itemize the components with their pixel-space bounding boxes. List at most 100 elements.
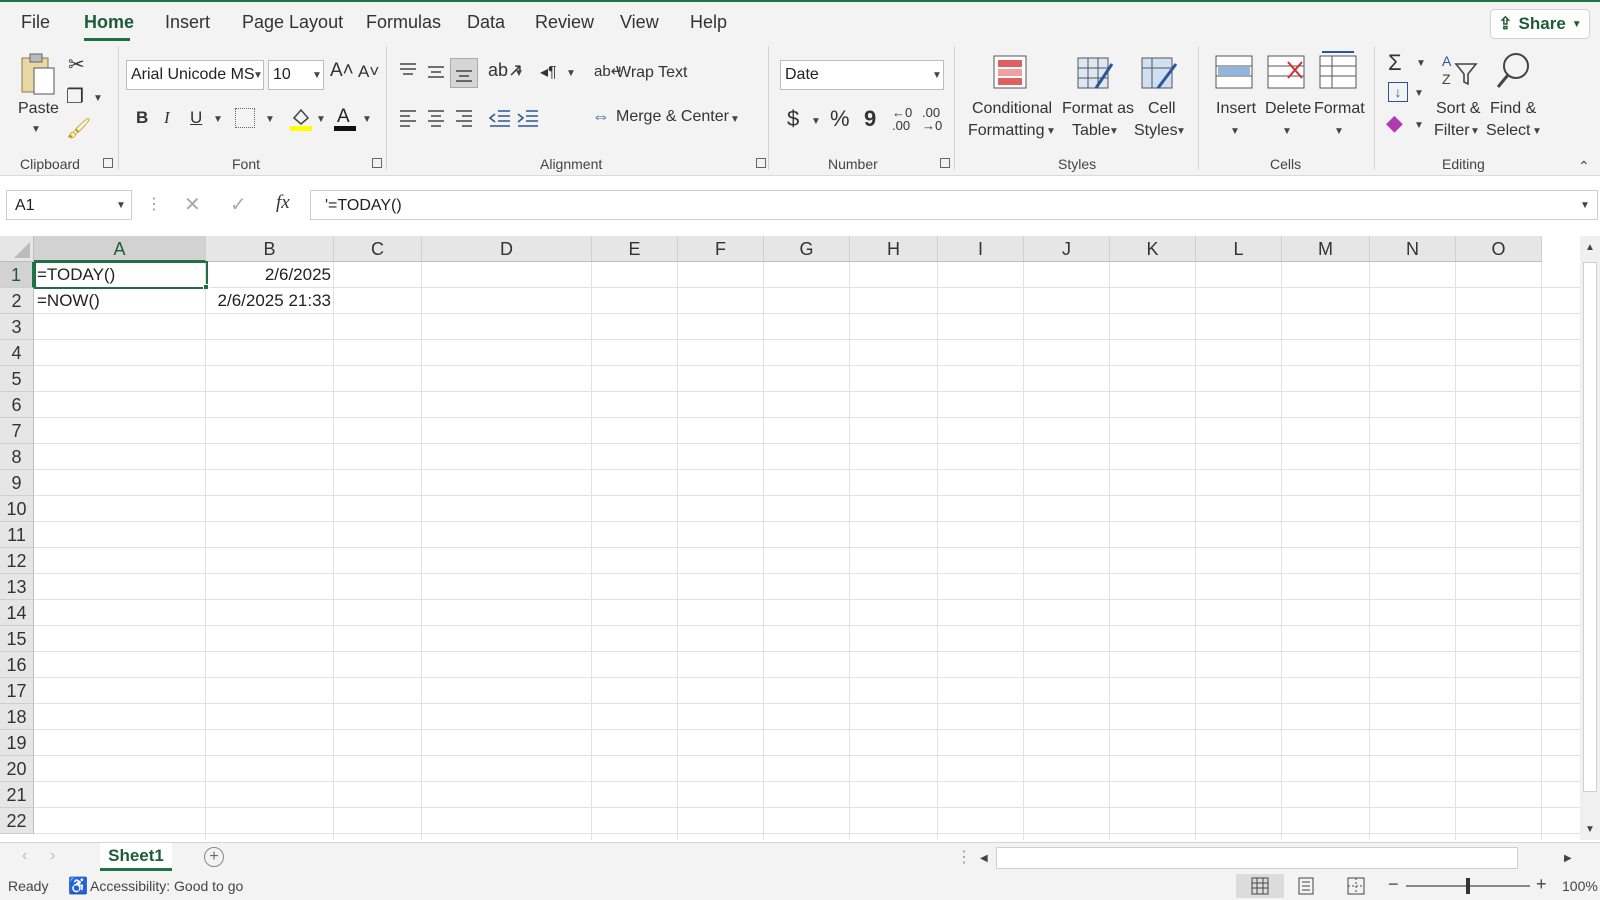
tab-insert[interactable]: Insert [165,12,210,33]
bottom-align-button[interactable] [450,58,478,88]
row-header-12[interactable]: 12 [0,548,34,574]
row-header-3[interactable]: 3 [0,314,34,340]
cell-styles-label-2[interactable]: Styles [1134,122,1178,140]
row-header-16[interactable]: 16 [0,652,34,678]
zoom-slider-thumb[interactable] [1466,878,1470,894]
column-header-I[interactable]: I [938,236,1024,262]
row-header-19[interactable]: 19 [0,730,34,756]
chevron-down-icon[interactable]: ▼ [213,114,223,125]
row-header-14[interactable]: 14 [0,600,34,626]
format-cells-label[interactable]: Format [1314,100,1365,118]
dialog-launcher-icon[interactable] [103,158,113,168]
collapse-ribbon-icon[interactable]: ⌃ [1578,158,1590,175]
format-as-table-label-2[interactable]: Table [1072,122,1110,140]
copy-icon[interactable]: ❐ [66,84,84,109]
worksheet-grid[interactable]: ABCDEFGHIJKLMNO 1 2 3 4 5 6 7 8 9 10 11 12 13 14 15 16 1… [0,236,1580,840]
row-header-17[interactable]: 17 [0,678,34,704]
page-layout-view-button[interactable] [1296,876,1316,899]
scroll-down-icon[interactable]: ▼ [1585,824,1595,835]
decrease-indent-icon[interactable] [488,108,510,133]
next-sheet-icon[interactable]: › [50,847,55,865]
column-header-D[interactable]: D [422,236,592,262]
column-header-N[interactable]: N [1370,236,1456,262]
vertical-scrollbar[interactable]: ▲ ▼ [1580,236,1600,840]
borders-icon[interactable] [235,108,255,128]
increase-decimal-icon[interactable]: ←0.00 [892,106,912,132]
insert-cells-label[interactable]: Insert [1216,100,1256,118]
chevron-down-icon[interactable]: ▼ [316,114,326,125]
fill-down-icon[interactable]: ↓ [1388,82,1408,102]
chevron-down-icon[interactable]: ▼ [1109,126,1119,137]
top-align-icon[interactable] [398,60,418,85]
row-header-13[interactable]: 13 [0,574,34,600]
font-color-button[interactable]: A [334,104,356,137]
align-right-icon[interactable] [454,108,474,133]
chevron-down-icon[interactable]: ▼ [566,68,576,79]
row-header-4[interactable]: 4 [0,340,34,366]
sort-filter-label[interactable]: Sort & [1436,100,1480,118]
decrease-decimal-icon[interactable]: .00 →0 [922,106,942,132]
zoom-level[interactable]: 100% [1562,878,1598,894]
paste-button[interactable] [18,52,56,101]
format-cells-icon[interactable] [1318,50,1358,95]
scroll-right-icon[interactable]: ▶ [1564,853,1572,864]
column-header-B[interactable]: B [206,236,334,262]
column-header-G[interactable]: G [764,236,850,262]
increase-indent-icon[interactable] [516,108,538,133]
insert-cells-icon[interactable] [1214,54,1254,95]
cancel-icon[interactable]: ✕ [184,192,201,217]
align-left-icon[interactable] [398,108,418,133]
vertical-scroll-thumb[interactable] [1583,262,1597,792]
expand-formula-bar-icon[interactable]: ▼ [1580,200,1590,211]
zoom-in-icon[interactable]: + [1536,874,1547,895]
select-all-button[interactable] [0,236,34,262]
format-as-table-label[interactable]: Format as [1062,100,1134,118]
name-box[interactable]: A1 [6,190,132,220]
tab-data[interactable]: Data [467,12,505,33]
scroll-left-icon[interactable]: ◀ [980,853,988,864]
row-header-11[interactable]: 11 [0,522,34,548]
cell-A2[interactable]: =NOW() [34,288,206,314]
row-header-15[interactable]: 15 [0,626,34,652]
number-format-select[interactable]: Date [780,60,944,90]
chevron-down-icon[interactable]: ▼ [811,116,821,127]
split-handle-icon[interactable]: ⋮ [956,847,972,867]
add-sheet-icon[interactable]: + [204,847,224,867]
tab-file[interactable]: File [21,12,50,33]
text-direction-icon[interactable]: ◂¶ [540,62,557,82]
column-header-J[interactable]: J [1024,236,1110,262]
formula-input[interactable]: '=TODAY() [310,190,1598,220]
column-header-L[interactable]: L [1196,236,1282,262]
cut-icon[interactable]: ✂ [68,52,85,77]
conditional-formatting-icon[interactable] [992,54,1028,95]
chevron-down-icon[interactable]: ▼ [31,124,41,135]
cell-B2[interactable]: 2/6/2025 21:33 [206,288,334,314]
tab-view[interactable]: View [620,12,659,33]
row-header-10[interactable]: 10 [0,496,34,522]
chevron-down-icon[interactable]: ▼ [93,93,103,104]
delete-cells-label[interactable]: Delete [1265,100,1311,118]
chevron-down-icon[interactable]: ▼ [1334,126,1344,137]
find-select-label-2[interactable]: Select [1486,122,1530,140]
cell-styles-label[interactable]: Cell [1148,100,1176,118]
tab-formulas[interactable]: Formulas [366,12,441,33]
row-header-22[interactable]: 22 [0,808,34,834]
column-header-F[interactable]: F [678,236,764,262]
column-header-O[interactable]: O [1456,236,1542,262]
chevron-down-icon[interactable]: ▼ [1176,126,1186,137]
row-header-18[interactable]: 18 [0,704,34,730]
chevron-down-icon[interactable]: ▼ [116,200,126,211]
chevron-down-icon[interactable]: ▼ [1414,88,1424,99]
comma-style-button[interactable]: 9 [864,106,876,132]
tab-page-layout[interactable]: Page Layout [242,12,343,33]
font-name-select[interactable]: Arial Unicode MS [126,60,264,90]
row-header-20[interactable]: 20 [0,756,34,782]
column-header-C[interactable]: C [334,236,422,262]
row-header-6[interactable]: 6 [0,392,34,418]
row-header-2[interactable]: 2 [0,288,34,314]
row-header-21[interactable]: 21 [0,782,34,808]
dialog-launcher-icon[interactable] [756,158,766,168]
format-as-table-icon[interactable] [1076,54,1114,97]
autosum-icon[interactable]: Σ [1388,50,1402,76]
row-header-8[interactable]: 8 [0,444,34,470]
